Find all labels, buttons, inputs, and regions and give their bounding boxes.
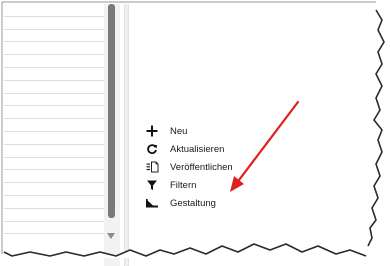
list-row[interactable] [4, 81, 104, 94]
list-row[interactable] [4, 222, 104, 235]
list-row[interactable] [4, 158, 104, 171]
list-row[interactable] [4, 132, 104, 145]
list-row[interactable] [4, 4, 104, 17]
list-row[interactable] [4, 145, 104, 158]
list-row[interactable] [4, 94, 104, 107]
list-row[interactable] [4, 196, 104, 209]
refresh-icon [144, 141, 160, 157]
list-row[interactable] [4, 68, 104, 81]
plus-icon [144, 123, 160, 139]
screenshot-frame: Neu Aktualisieren Veröffentlichen Filter… [0, 0, 390, 266]
list-row[interactable] [4, 17, 104, 30]
list-row[interactable] [4, 183, 104, 196]
list-row[interactable] [4, 106, 104, 120]
annotation-arrow [230, 100, 300, 192]
list-row[interactable] [4, 119, 104, 132]
menu-item-label: Aktualisieren [170, 143, 225, 155]
list-row[interactable] [4, 170, 104, 184]
pane-splitter[interactable] [124, 4, 129, 266]
list-row[interactable] [4, 209, 104, 222]
list-row[interactable] [4, 30, 104, 43]
scrollbar-thumb[interactable] [108, 4, 115, 218]
list-row[interactable] [4, 42, 104, 56]
filter-icon [144, 177, 160, 193]
left-list-pane [4, 4, 105, 246]
list-row[interactable] [4, 55, 104, 68]
scroll-down-arrow-icon[interactable] [106, 232, 116, 240]
menu-item-label: Gestaltung [170, 197, 216, 209]
menu-item-label: Filtern [170, 179, 197, 191]
publish-icon [144, 159, 160, 175]
menu-item-label: Neu [170, 125, 188, 137]
design-icon [144, 195, 160, 211]
